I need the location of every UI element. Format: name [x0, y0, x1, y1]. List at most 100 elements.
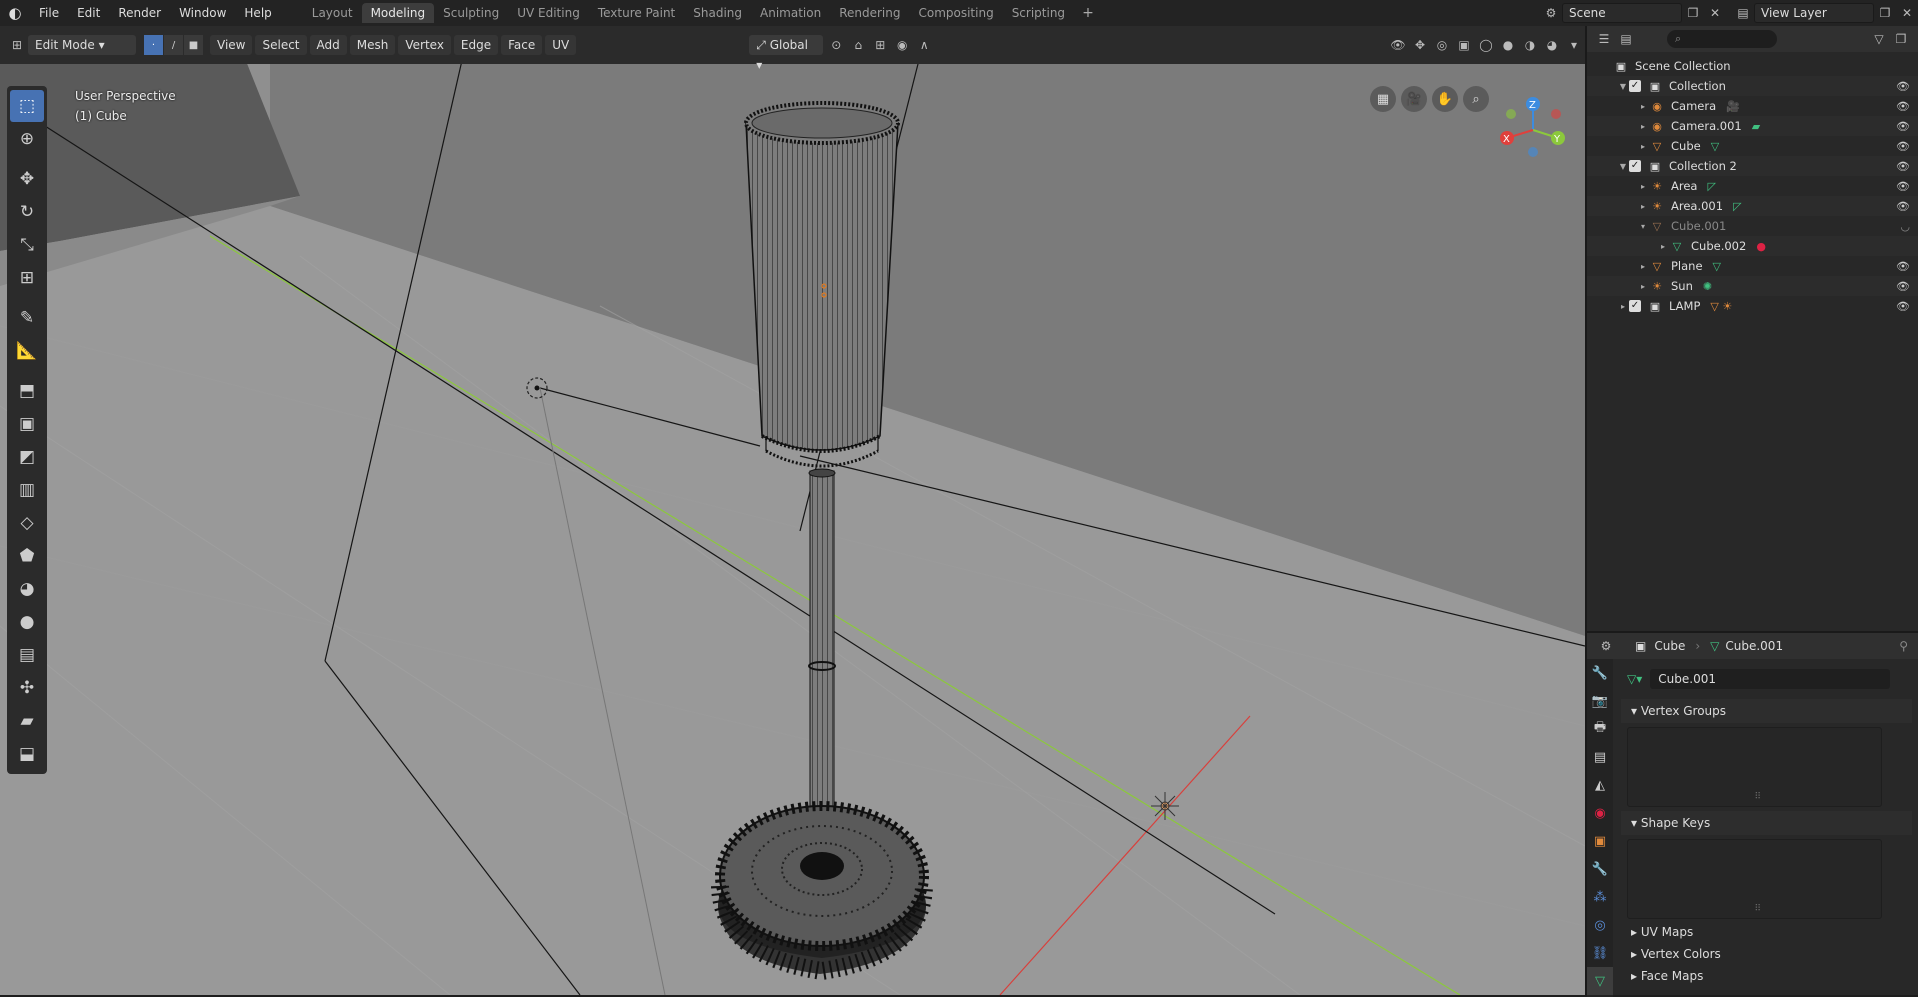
modifier-tab-icon[interactable]: 🔧 — [1587, 855, 1613, 883]
gizmo-toggle-icon[interactable]: ✥ — [1409, 35, 1431, 55]
expand-arrow-icon[interactable]: ▾ — [1637, 222, 1649, 231]
shrink-fatten-icon[interactable]: ✣ — [10, 672, 44, 704]
eye-icon[interactable]: 👁 — [1896, 120, 1910, 133]
outliner-row-cube[interactable]: ▸ ▽ Cube ▽ 👁 — [1587, 136, 1918, 156]
editor-type-icon[interactable]: ⊞ — [6, 35, 28, 55]
expand-arrow-icon[interactable]: ▸ — [1637, 102, 1649, 111]
rotate-icon[interactable]: ↻ — [10, 196, 44, 228]
eye-closed-icon[interactable]: ◡ — [1900, 220, 1910, 233]
bevel-icon[interactable]: ◩ — [10, 441, 44, 473]
outliner-row-camera[interactable]: ▸ ◉ Camera 🎥 👁 — [1587, 96, 1918, 116]
spin-icon[interactable]: ◕ — [10, 573, 44, 605]
expand-arrow-icon[interactable]: ▼ — [1617, 162, 1629, 171]
material-shading-icon[interactable]: ◑ — [1519, 35, 1541, 55]
tab-shading[interactable]: Shading — [684, 3, 751, 23]
display-mode-icon[interactable]: ▤ — [1615, 29, 1637, 49]
menu-mesh[interactable]: Mesh — [349, 35, 396, 55]
smooth-icon[interactable]: ● — [10, 606, 44, 638]
menu-help[interactable]: Help — [235, 0, 280, 26]
outliner-row-lamp[interactable]: ▸ ✓ ▣ LAMP ▽ ☀ 👁 — [1587, 296, 1918, 316]
tab-layout[interactable]: Layout — [303, 3, 362, 23]
menu-add[interactable]: Add — [309, 35, 347, 55]
menu-vertex[interactable]: Vertex — [398, 35, 451, 55]
extrude-icon[interactable]: ⬒ — [10, 375, 44, 407]
navigation-gizmo[interactable]: Z Y X — [1498, 92, 1568, 162]
falloff-icon[interactable]: ∧ — [913, 35, 935, 55]
outliner-row-cube-002[interactable]: ▸ ▽ Cube.002 ● — [1587, 236, 1918, 256]
mesh-datablock-icon[interactable]: ▽▾ — [1627, 672, 1642, 686]
edge-select-icon[interactable]: / — [164, 35, 184, 55]
snap-target-icon[interactable]: ⊞ — [869, 35, 891, 55]
tab-rendering[interactable]: Rendering — [830, 3, 909, 23]
transform-icon[interactable]: ⊞ — [10, 262, 44, 294]
outliner-row-collection[interactable]: ▼ ✓ ▣ Collection 👁 — [1587, 76, 1918, 96]
measure-icon[interactable]: 📐 — [10, 335, 44, 367]
menu-select[interactable]: Select — [255, 35, 307, 55]
new-view-layer-icon[interactable]: ❐ — [1874, 3, 1896, 23]
view-layer-icon[interactable]: ▤ — [1732, 3, 1754, 23]
shading-options-icon[interactable]: ▾ — [1563, 35, 1585, 55]
eye-icon[interactable]: 👁 — [1896, 100, 1910, 113]
pin-icon[interactable]: ⚲ — [1899, 639, 1908, 653]
vertex-colors-panel-header[interactable]: ▸ Vertex Colors — [1621, 943, 1912, 965]
zoom-icon[interactable]: ⌕ — [1463, 86, 1489, 112]
tool-tab-icon[interactable]: 🔧 — [1587, 659, 1613, 687]
blender-logo-icon[interactable]: ◐ — [0, 0, 30, 26]
rendered-shading-icon[interactable]: ◕ — [1541, 35, 1563, 55]
delete-scene-icon[interactable]: ✕ — [1704, 3, 1726, 23]
add-workspace-button[interactable]: + — [1074, 5, 1102, 21]
expand-arrow-icon[interactable]: ▼ — [1617, 82, 1629, 91]
delete-view-layer-icon[interactable]: ✕ — [1896, 3, 1918, 23]
tab-texture-paint[interactable]: Texture Paint — [589, 3, 684, 23]
overlay-toggle-icon[interactable]: ◎ — [1431, 35, 1453, 55]
menu-edge[interactable]: Edge — [453, 35, 499, 55]
eye-icon[interactable]: 👁 — [1896, 80, 1910, 93]
view-layer-tab-icon[interactable]: ▤ — [1587, 743, 1613, 771]
uv-maps-panel-header[interactable]: ▸ UV Maps — [1621, 921, 1912, 943]
menu-view[interactable]: View — [210, 35, 253, 55]
select-box-icon[interactable]: ⬚ — [10, 90, 44, 122]
expand-arrow-icon[interactable]: ▸ — [1637, 202, 1649, 211]
tab-compositing[interactable]: Compositing — [909, 3, 1002, 23]
expand-arrow-icon[interactable]: ▸ — [1637, 142, 1649, 151]
eye-icon[interactable]: 👁 — [1896, 180, 1910, 193]
scale-icon[interactable]: ⤡ — [10, 229, 44, 261]
outliner-row-cube-001[interactable]: ▾ ▽ Cube.001 ◡ — [1587, 216, 1918, 236]
new-collection-icon[interactable]: ❐ — [1890, 29, 1912, 49]
menu-file[interactable]: File — [30, 0, 68, 26]
mesh-name-field[interactable]: Cube.001 — [1650, 669, 1890, 689]
face-maps-panel-header[interactable]: ▸ Face Maps — [1621, 965, 1912, 987]
expand-arrow-icon[interactable]: ▸ — [1637, 262, 1649, 271]
properties-editor-icon[interactable]: ⚙ — [1595, 636, 1617, 656]
scene-field[interactable]: Scene — [1562, 3, 1682, 23]
checkbox-icon[interactable]: ✓ — [1629, 300, 1641, 312]
move-icon[interactable]: ✥ — [10, 163, 44, 195]
annotate-icon[interactable]: ✎ — [10, 302, 44, 334]
visibility-icon[interactable]: 👁 — [1387, 35, 1409, 55]
camera-view-icon[interactable]: 🎥 — [1401, 86, 1427, 112]
edge-slide-icon[interactable]: ▤ — [10, 639, 44, 671]
resize-grip-icon[interactable]: ⠿ — [1755, 792, 1762, 802]
eye-icon[interactable]: 👁 — [1896, 160, 1910, 173]
eye-icon[interactable]: 👁 — [1896, 300, 1910, 313]
data-tab-icon[interactable]: ▽ — [1587, 967, 1613, 995]
render-tab-icon[interactable]: 📷 — [1587, 687, 1613, 715]
new-scene-icon[interactable]: ❐ — [1682, 3, 1704, 23]
cursor-icon[interactable]: ⊕ — [10, 123, 44, 155]
expand-arrow-icon[interactable]: ▸ — [1637, 282, 1649, 291]
outliner-row-plane[interactable]: ▸ ▽ Plane ▽ 👁 — [1587, 256, 1918, 276]
inset-icon[interactable]: ▣ — [10, 408, 44, 440]
knife-icon[interactable]: ◇ — [10, 507, 44, 539]
expand-arrow-icon[interactable]: ▸ — [1657, 242, 1669, 251]
outliner-row-area-001[interactable]: ▸ ☀ Area.001 ◸ 👁 — [1587, 196, 1918, 216]
eye-icon[interactable]: 👁 — [1896, 140, 1910, 153]
eye-icon[interactable]: 👁 — [1896, 200, 1910, 213]
menu-render[interactable]: Render — [109, 0, 170, 26]
expand-arrow-icon[interactable]: ▸ — [1617, 302, 1629, 311]
outliner-row-sun[interactable]: ▸ ☀ Sun ✺ 👁 — [1587, 276, 1918, 296]
particles-tab-icon[interactable]: ⁂ — [1587, 883, 1613, 911]
poly-build-icon[interactable]: ⬟ — [10, 540, 44, 572]
expand-arrow-icon[interactable]: ▸ — [1637, 182, 1649, 191]
tab-sculpting[interactable]: Sculpting — [434, 3, 508, 23]
outliner-row-area[interactable]: ▸ ☀ Area ◸ 👁 — [1587, 176, 1918, 196]
